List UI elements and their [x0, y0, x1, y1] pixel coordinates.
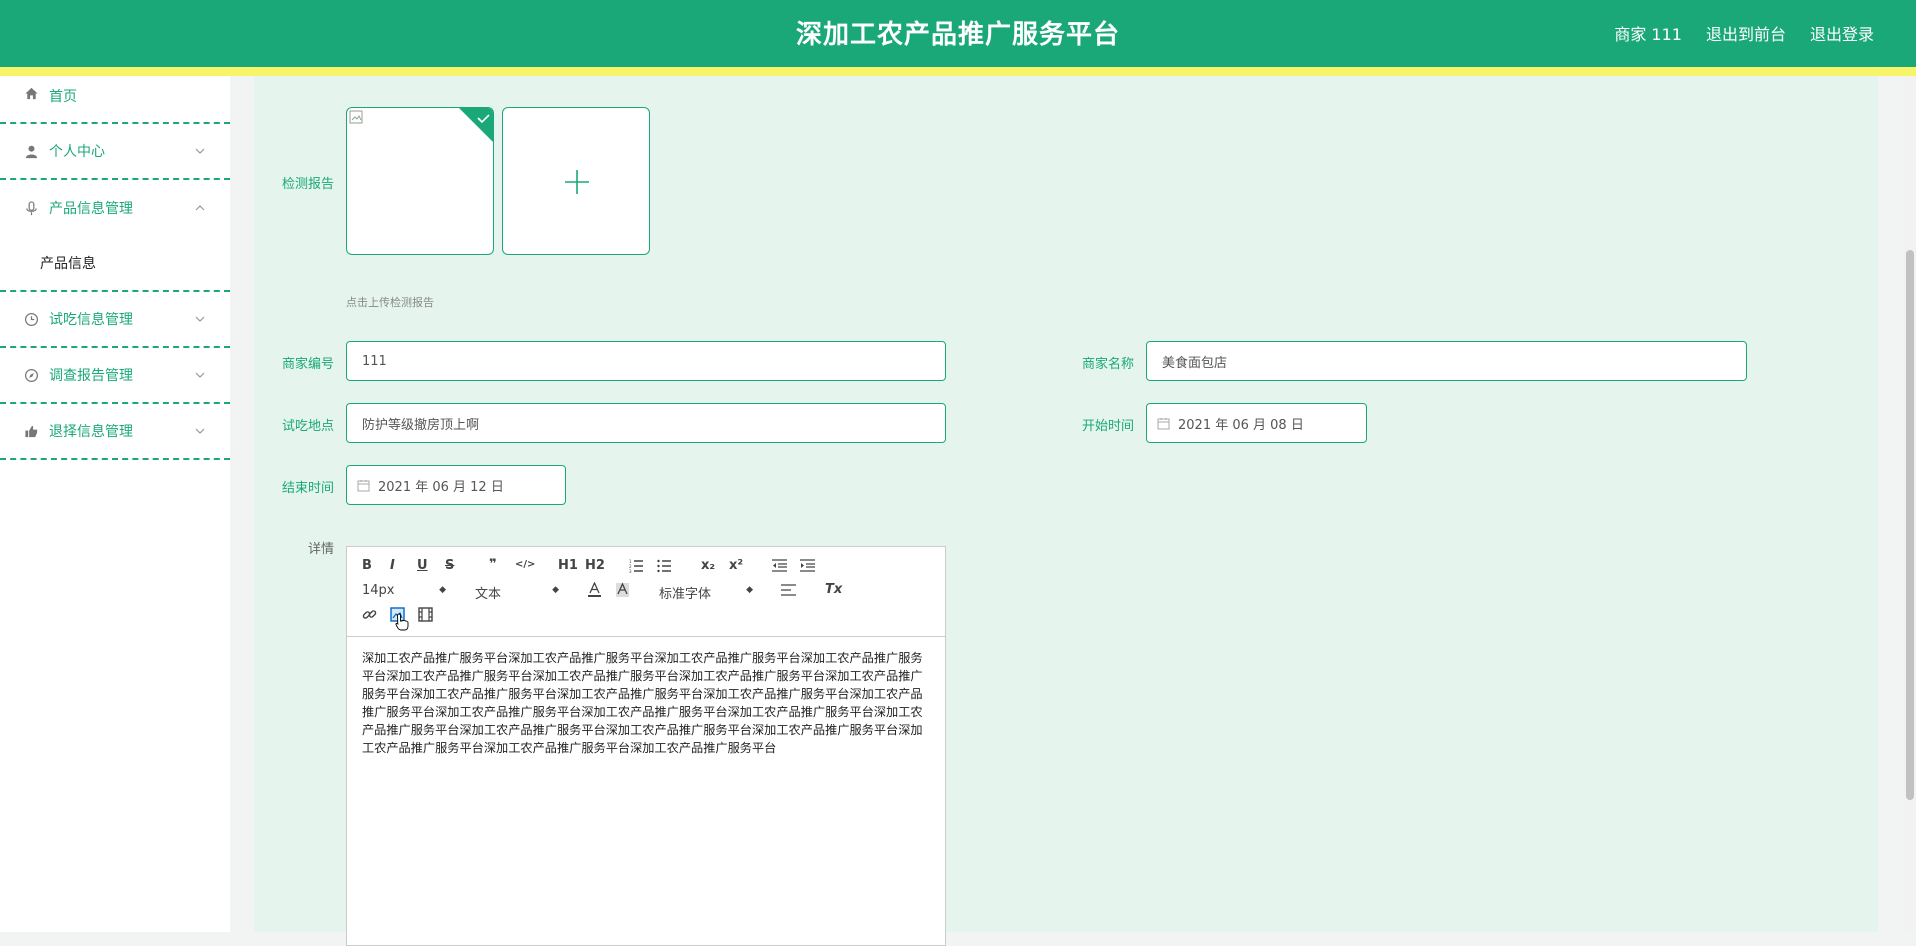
outdent-icon[interactable] — [772, 559, 787, 572]
place-input[interactable]: 防护等级撤房顶上啊 — [346, 403, 946, 443]
chevron-down-icon — [195, 428, 205, 434]
sidebar-subitem-product-info[interactable]: 产品信息 — [0, 236, 230, 292]
place-label: 试吃地点 — [281, 419, 334, 434]
merchant-account-link[interactable]: 商家 111 — [1614, 21, 1682, 45]
chevron-down-icon — [195, 148, 205, 154]
report-label: 检测报告 — [281, 177, 334, 192]
calendar-icon — [357, 479, 370, 491]
font-family-value: 标准字体 — [659, 587, 712, 602]
start-time-label: 开始时间 — [1081, 419, 1134, 434]
clear-format-button[interactable]: Tx — [825, 582, 842, 597]
bold-button[interactable]: B — [362, 558, 372, 573]
merchant-name-label: 商家名称 — [1081, 357, 1134, 372]
end-time-label: 结束时间 — [281, 481, 334, 496]
end-time-picker[interactable]: 2021 年 06 月 12 日 — [346, 465, 566, 505]
chevron-down-icon — [195, 316, 205, 322]
page-scrollbar[interactable] — [1904, 76, 1916, 932]
font-size-value: 14px — [362, 583, 395, 598]
sidebar-subitem-label: 产品信息 — [40, 256, 96, 272]
end-time-value: 2021 年 06 月 12 日 — [378, 479, 504, 495]
upload-tip: 点击上传检测报告 — [346, 296, 434, 309]
italic-button[interactable]: I — [390, 558, 395, 573]
font-size-select[interactable]: 14px ◆ — [362, 583, 446, 598]
select-arrows-icon: ◆ — [746, 585, 753, 595]
underline-button[interactable]: U — [417, 558, 428, 573]
rich-text-editor: B I U S ❞ </> H1 H2 123 x₂ x² 14px ◆ 文本 ◆ … — [346, 546, 946, 946]
superscript-button[interactable]: x² — [729, 558, 743, 573]
h2-button[interactable]: H2 — [585, 558, 605, 573]
thumb-icon — [25, 425, 38, 437]
mic-icon — [26, 200, 37, 215]
sidebar-item-label: 首页 — [49, 89, 77, 105]
background-color-icon[interactable] — [615, 582, 630, 598]
broken-image-icon — [349, 110, 363, 124]
merchant-no-value: 111 — [362, 353, 387, 369]
ordered-list-icon[interactable]: 123 — [629, 559, 644, 573]
plus-icon — [565, 170, 589, 194]
sidebar-item-tasting-management[interactable]: 试吃信息管理 — [0, 292, 230, 348]
user-icon — [25, 145, 38, 158]
header-links: 商家 111 退出到前台 退出登录 — [1614, 21, 1874, 45]
back-to-frontend-link[interactable]: 退出到前台 — [1706, 21, 1786, 45]
h1-button[interactable]: H1 — [558, 558, 578, 573]
sidebar-item-label: 产品信息管理 — [49, 201, 133, 217]
header-stripe — [0, 67, 1916, 76]
place-value: 防护等级撤房顶上啊 — [362, 417, 480, 433]
sidebar: 首页 个人中心 产品信息管理 产品信息 试吃信息管理 调查报告管理 退择信息管理 — [0, 76, 230, 932]
select-arrows-icon: ◆ — [439, 585, 446, 595]
select-arrows-icon: ◆ — [552, 585, 559, 595]
sidebar-item-product-management[interactable]: 产品信息管理 — [0, 180, 230, 236]
editor-content[interactable]: 深加工农产品推广服务平台深加工农产品推广服务平台深加工农产品推广服务平台深加工农… — [347, 637, 945, 769]
code-block-button[interactable]: </> — [515, 559, 535, 570]
link-icon[interactable] — [362, 607, 377, 622]
merchant-no-label: 商家编号 — [281, 357, 334, 372]
header-select[interactable]: 文本 ◆ — [475, 583, 559, 602]
video-icon[interactable] — [418, 607, 433, 622]
chevron-down-icon — [195, 372, 205, 378]
calendar-icon — [1157, 417, 1170, 429]
merchant-name-value: 美食面包店 — [1162, 355, 1228, 371]
sidebar-item-label: 调查报告管理 — [49, 368, 133, 384]
subscript-button[interactable]: x₂ — [701, 558, 715, 573]
sidebar-item-personal-center[interactable]: 个人中心 — [0, 124, 230, 180]
font-family-select[interactable]: 标准字体 ◆ — [659, 583, 753, 602]
align-icon[interactable] — [781, 584, 796, 596]
start-time-value: 2021 年 06 月 08 日 — [1178, 417, 1304, 433]
clock-icon — [24, 312, 39, 326]
top-header: 深加工农产品推广服务平台 商家 111 退出到前台 退出登录 — [0, 0, 1916, 67]
sidebar-item-label: 个人中心 — [49, 144, 105, 160]
upload-add-button[interactable] — [502, 107, 650, 255]
editor-toolbar: B I U S ❞ </> H1 H2 123 x₂ x² 14px ◆ 文本 ◆ … — [347, 547, 945, 637]
svg-text:3: 3 — [629, 569, 632, 573]
pointer-cursor-icon — [395, 613, 409, 631]
font-color-icon[interactable] — [587, 582, 602, 598]
header-value: 文本 — [475, 587, 502, 602]
home-icon — [25, 87, 38, 100]
sidebar-item-home[interactable]: 首页 — [0, 76, 230, 124]
sidebar-item-label: 退择信息管理 — [49, 424, 133, 440]
uploaded-report-thumbnail[interactable] — [346, 107, 494, 255]
upload-success-icon — [459, 108, 493, 142]
sidebar-item-survey-management[interactable]: 调查报告管理 — [0, 348, 230, 404]
indent-icon[interactable] — [800, 559, 815, 572]
detail-label: 详情 — [307, 542, 334, 557]
sidebar-item-label: 试吃信息管理 — [49, 312, 133, 328]
merchant-name-input[interactable]: 美食面包店 — [1146, 341, 1747, 381]
blockquote-button[interactable]: ❞ — [489, 557, 497, 572]
chevron-up-icon — [195, 205, 205, 211]
strike-button[interactable]: S — [445, 558, 454, 573]
scrollbar-thumb[interactable] — [1906, 250, 1914, 800]
merchant-no-input[interactable]: 111 — [346, 341, 946, 381]
compass-icon — [24, 368, 39, 382]
start-time-picker[interactable]: 2021 年 06 月 08 日 — [1146, 403, 1367, 443]
sidebar-item-selection-management[interactable]: 退择信息管理 — [0, 404, 230, 460]
bullet-list-icon[interactable] — [657, 559, 672, 573]
logout-link[interactable]: 退出登录 — [1810, 21, 1874, 45]
